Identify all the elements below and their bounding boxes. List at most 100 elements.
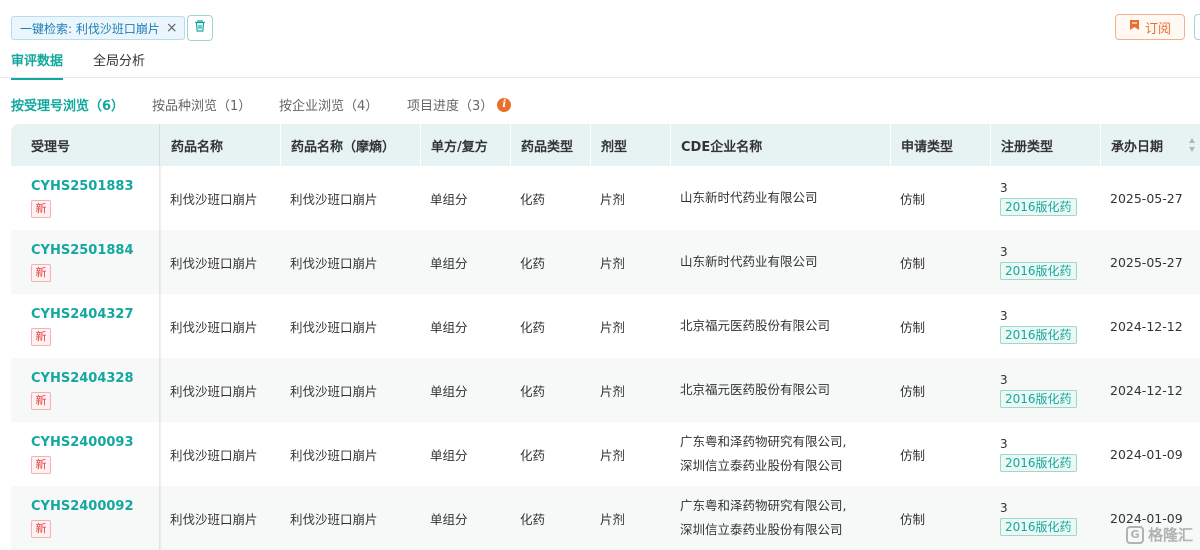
- table-row[interactable]: CYHS2501884 新 利伐沙班口崩片 利伐沙班口崩片 单组分 化药 片剂 山…: [11, 230, 1200, 294]
- drug-name-moshang: 利伐沙班口崩片: [290, 255, 378, 271]
- drug-name: 利伐沙班口崩片: [170, 383, 258, 399]
- dosage-form: 片剂: [600, 447, 626, 463]
- company-name: 北京福元医药股份有限公司: [680, 318, 831, 333]
- drug-type: 化药: [520, 319, 546, 335]
- column-header-registration-type[interactable]: 注册类型: [990, 124, 1100, 166]
- main-tabs: 审评数据 全局分析: [0, 46, 1200, 80]
- acceptance-no-link[interactable]: CYHS2404327: [31, 307, 160, 322]
- watermark-logo-icon: G: [1126, 525, 1144, 544]
- column-header-drug-type[interactable]: 药品类型: [510, 124, 590, 166]
- new-badge: 新: [31, 199, 51, 218]
- acceptance-date: 2025-05-27: [1110, 254, 1183, 270]
- registration-tag: 2016版化药: [1000, 453, 1077, 472]
- drug-name: 利伐沙班口崩片: [170, 191, 258, 207]
- subtab-by-company[interactable]: 按企业浏览（4）: [279, 95, 378, 114]
- trash-icon: [193, 19, 207, 37]
- composition: 单组分: [430, 383, 468, 399]
- registration-tag: 2016版化药: [1000, 325, 1077, 344]
- acceptance-no-link[interactable]: CYHS2501883: [31, 179, 160, 194]
- new-badge: 新: [31, 519, 51, 538]
- subscribe-button[interactable]: 订阅: [1115, 14, 1185, 40]
- table-row[interactable]: CYHS2404327 新 利伐沙班口崩片 利伐沙班口崩片 单组分 化药 片剂 北…: [11, 294, 1200, 358]
- new-badge: 新: [31, 455, 51, 474]
- registration-number: 3: [1000, 244, 1008, 259]
- registration-tag: 2016版化药: [1000, 261, 1077, 280]
- tab-global-analysis[interactable]: 全局分析: [93, 50, 145, 69]
- application-type: 仿制: [900, 511, 926, 527]
- acceptance-date: 2024-12-12: [1110, 382, 1183, 398]
- acceptance-no-link[interactable]: CYHS2404328: [31, 371, 160, 386]
- column-header-cde-company[interactable]: CDE企业名称: [670, 124, 890, 166]
- table-row[interactable]: CYHS2501883 新 利伐沙班口崩片 利伐沙班口崩片 单组分 化药 片剂 山…: [11, 166, 1200, 230]
- table-row[interactable]: CYHS2400093 新 利伐沙班口崩片 利伐沙班口崩片 单组分 化药 片剂 广…: [11, 422, 1200, 486]
- column-header-composition[interactable]: 单方/复方: [420, 124, 510, 166]
- dosage-form: 片剂: [600, 511, 626, 527]
- composition: 单组分: [430, 255, 468, 271]
- subtab-by-acceptance-no[interactable]: 按受理号浏览（6）: [11, 95, 124, 114]
- toolbar-edge-button[interactable]: [1194, 14, 1200, 40]
- dosage-form: 片剂: [600, 319, 626, 335]
- company-name: 山东新时代药业有限公司: [680, 254, 818, 269]
- subtab-by-variety[interactable]: 按品种浏览（1）: [152, 95, 251, 114]
- drug-type: 化药: [520, 191, 546, 207]
- watermark-text: 格隆汇: [1148, 526, 1194, 544]
- date-header-label: 承办日期: [1111, 139, 1164, 155]
- registration-tag: 2016版化药: [1000, 389, 1077, 408]
- dosage-form: 片剂: [600, 191, 626, 207]
- registration-number: 3: [1000, 308, 1008, 323]
- search-filter-chip[interactable]: 一键检索: 利伐沙班口崩片 ×: [11, 16, 185, 40]
- column-header-application-type[interactable]: 申请类型: [890, 124, 990, 166]
- column-header-acceptance-no[interactable]: 受理号: [11, 124, 160, 166]
- drug-name-moshang: 利伐沙班口崩片: [290, 447, 378, 463]
- company-name: 山东新时代药业有限公司: [680, 190, 818, 205]
- info-icon[interactable]: i: [497, 97, 512, 112]
- column-header-drug-name[interactable]: 药品名称: [160, 124, 280, 166]
- composition: 单组分: [430, 447, 468, 463]
- column-header-date[interactable]: 承办日期: [1100, 124, 1200, 166]
- acceptance-no-link[interactable]: CYHS2400092: [31, 499, 160, 514]
- company-name: 北京福元医药股份有限公司: [680, 382, 831, 397]
- subtab-progress-label: 项目进度（3）: [407, 99, 494, 114]
- composition: 单组分: [430, 191, 468, 207]
- new-badge: 新: [31, 263, 51, 282]
- registration-tag: 2016版化药: [1000, 517, 1077, 536]
- registration-tag: 2016版化药: [1000, 197, 1077, 216]
- subscribe-label: 订阅: [1144, 21, 1171, 37]
- acceptance-no-link[interactable]: CYHS2501884: [31, 243, 160, 258]
- drug-name-moshang: 利伐沙班口崩片: [290, 383, 378, 399]
- dosage-form: 片剂: [600, 255, 626, 271]
- drug-name-moshang: 利伐沙班口崩片: [290, 319, 378, 335]
- sort-icon[interactable]: [1188, 137, 1196, 157]
- drug-name: 利伐沙班口崩片: [170, 319, 258, 335]
- drug-type: 化药: [520, 255, 546, 271]
- column-header-drug-name-moshang[interactable]: 药品名称（摩熵）: [280, 124, 420, 166]
- company-name-2: 深圳信立泰药业股份有限公司: [680, 458, 843, 473]
- application-type: 仿制: [900, 447, 926, 463]
- watermark: G 格隆汇: [1126, 524, 1193, 545]
- registration-number: 3: [1000, 372, 1008, 387]
- application-type: 仿制: [900, 191, 926, 207]
- drug-type: 化药: [520, 511, 546, 527]
- table-header: 受理号 药品名称 药品名称（摩熵） 单方/复方 药品类型 剂型 CDE企业名称 …: [11, 124, 1200, 166]
- table-row[interactable]: CYHS2400092 新 利伐沙班口崩片 利伐沙班口崩片 单组分 化药 片剂 广…: [11, 486, 1200, 550]
- sub-tabs: 按受理号浏览（6） 按品种浏览（1） 按企业浏览（4） 项目进度（3） i: [0, 95, 1200, 115]
- drug-name: 利伐沙班口崩片: [170, 511, 258, 527]
- acceptance-date: 2024-12-12: [1110, 318, 1183, 334]
- clear-button[interactable]: [187, 15, 213, 41]
- drug-name: 利伐沙班口崩片: [170, 255, 258, 271]
- drug-name-moshang: 利伐沙班口崩片: [290, 191, 378, 207]
- bookmark-icon: [1129, 19, 1145, 35]
- column-header-dosage-form[interactable]: 剂型: [590, 124, 670, 166]
- drug-name-moshang: 利伐沙班口崩片: [290, 511, 378, 527]
- close-icon[interactable]: ×: [166, 21, 178, 35]
- application-type: 仿制: [900, 255, 926, 271]
- acceptance-no-link[interactable]: CYHS2400093: [31, 435, 160, 450]
- company-name: 广东粤和泽药物研究有限公司,: [680, 434, 847, 449]
- frozen-column-divider: [159, 124, 162, 550]
- registration-number: 3: [1000, 500, 1008, 515]
- application-type: 仿制: [900, 383, 926, 399]
- composition: 单组分: [430, 511, 468, 527]
- table-row[interactable]: CYHS2404328 新 利伐沙班口崩片 利伐沙班口崩片 单组分 化药 片剂 北…: [11, 358, 1200, 422]
- subtab-project-progress[interactable]: 项目进度（3） i: [407, 95, 512, 114]
- tab-review-data[interactable]: 审评数据: [11, 50, 64, 80]
